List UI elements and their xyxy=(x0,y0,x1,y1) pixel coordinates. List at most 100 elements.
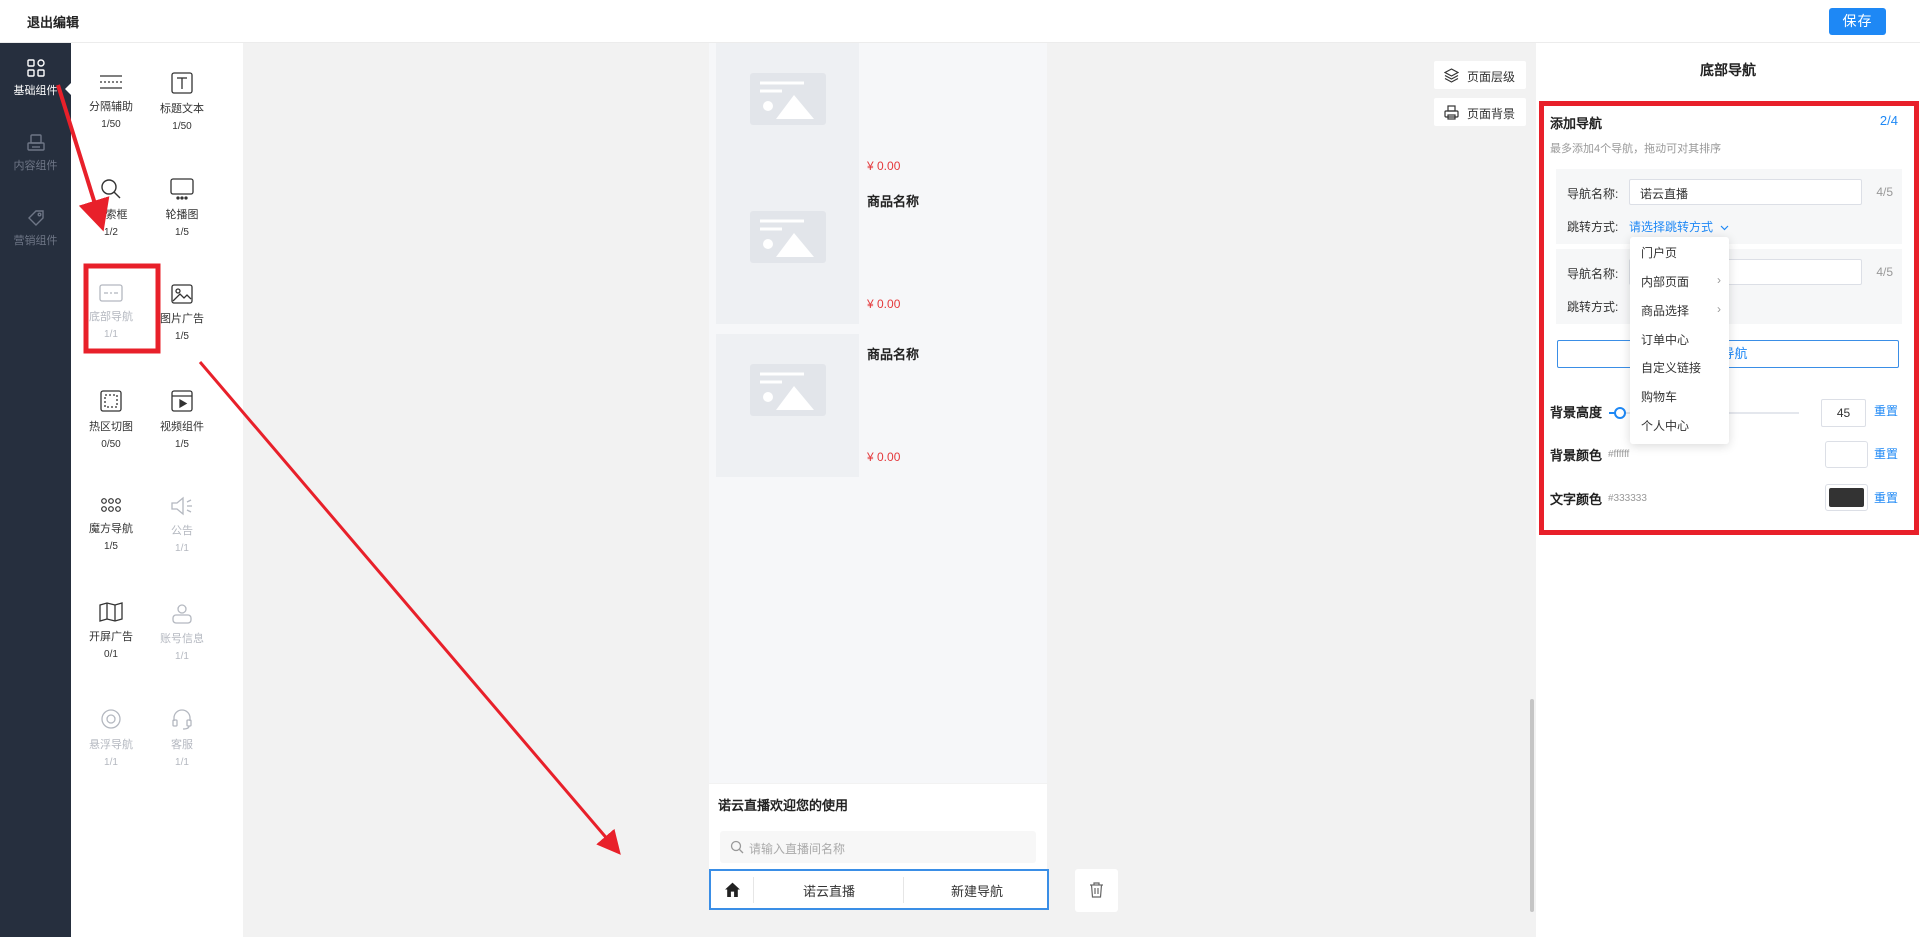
component-title-text[interactable]: 标题文本 1/50 xyxy=(147,59,217,149)
tab-divider xyxy=(753,877,754,903)
text-color-swatch xyxy=(1829,488,1864,507)
component-divider[interactable]: 分隔辅助 1/50 xyxy=(76,59,146,149)
dropdown-option[interactable]: 订单中心 xyxy=(1641,331,1721,348)
product-price: ¥ 0.00 xyxy=(867,159,901,173)
dropdown-option[interactable]: 内部页面 › xyxy=(1641,273,1721,290)
bottom-nav-tab[interactable]: 诺云直播 xyxy=(803,881,855,900)
exit-edit-button[interactable]: 退出编辑 xyxy=(27,12,79,31)
component-image-ad[interactable]: 图片广告 1/5 xyxy=(147,271,217,361)
bg-height-slider-handle[interactable] xyxy=(1614,407,1626,419)
component-splash-ad[interactable]: 开屏广告 0/1 xyxy=(76,589,146,679)
nav-jump-label: 跳转方式: xyxy=(1567,300,1619,314)
bg-height-label: 背景高度 xyxy=(1550,405,1603,420)
add-nav-hint: 最多添加4个导航，拖动可对其排序 xyxy=(1550,143,1722,155)
bottom-nav-tab[interactable]: 新建导航 xyxy=(951,881,1003,900)
search-icon xyxy=(101,179,121,199)
nav-jump-label: 跳转方式: xyxy=(1567,220,1619,234)
image-placeholder-icon xyxy=(750,211,826,263)
live-search-input[interactable]: 请输入直播间名称 xyxy=(720,831,1036,863)
image-placeholder-icon xyxy=(750,73,826,125)
product-price: ¥ 0.00 xyxy=(867,297,901,311)
rail-item-label: 营销组件 xyxy=(13,235,58,247)
bg-color-picker[interactable] xyxy=(1825,441,1868,468)
headset-icon xyxy=(172,709,192,730)
product-image-placeholder xyxy=(716,334,859,477)
page-layers-label: 页面层级 xyxy=(1467,70,1516,84)
category-rail: 基础组件 内容组件 营销组件 xyxy=(0,43,71,937)
home-icon xyxy=(725,882,740,897)
map-icon xyxy=(99,602,123,622)
page-layers-button[interactable]: 页面层级 xyxy=(1434,61,1526,89)
bg-height-input[interactable]: 45 xyxy=(1821,399,1866,427)
component-float-nav[interactable]: 悬浮导航 1/1 xyxy=(76,695,146,785)
float-nav-icon xyxy=(101,709,121,729)
dropdown-option[interactable]: 个人中心 xyxy=(1641,417,1721,434)
text-color-hex: #333333 xyxy=(1608,493,1647,504)
nav-name-count: 4/5 xyxy=(1876,185,1893,199)
component-customer-service[interactable]: 客服 1/1 xyxy=(147,695,217,785)
welcome-title-block[interactable]: 诺云直播欢迎您的使用 xyxy=(709,784,1047,824)
product-price: ¥ 0.00 xyxy=(867,450,901,464)
dropdown-option[interactable]: 购物车 xyxy=(1641,388,1721,405)
product-name: 商品名称 xyxy=(867,347,920,362)
nav-jump-select[interactable]: 请选择跳转方式 xyxy=(1629,218,1729,235)
bg-color-hex: #ffffff xyxy=(1608,449,1630,460)
settings-panel: 底部导航 添加导航 2/4 最多添加4个导航，拖动可对其排序 导航名称: 诺云直… xyxy=(1536,43,1920,937)
add-nav-title: 添加导航 xyxy=(1550,116,1603,131)
save-button[interactable]: 保存 xyxy=(1829,8,1886,35)
component-carousel[interactable]: 轮播图 1/5 xyxy=(147,165,217,255)
live-search-block[interactable]: 请输入直播间名称 xyxy=(709,824,1047,872)
chevron-right-icon: › xyxy=(1717,273,1721,287)
component-video[interactable]: 视频组件 1/5 xyxy=(147,377,217,467)
delete-component-button[interactable] xyxy=(1075,869,1118,912)
product-name: 商品名称 xyxy=(867,194,920,209)
rail-item-basic[interactable]: 基础组件 xyxy=(0,57,71,98)
image-ad-icon xyxy=(171,284,193,304)
layers-icon xyxy=(1444,68,1459,83)
product-image-placeholder xyxy=(716,181,859,324)
dropdown-option[interactable]: 商品选择 › xyxy=(1641,302,1721,319)
account-icon xyxy=(172,604,192,624)
carousel-icon xyxy=(170,178,194,200)
text-color-picker[interactable] xyxy=(1825,484,1868,511)
dropdown-option[interactable]: 自定义链接 xyxy=(1641,359,1721,376)
text-color-label: 文字颜色 xyxy=(1550,492,1603,507)
component-magic-nav[interactable]: 魔方导航 1/5 xyxy=(76,483,146,573)
component-search-box[interactable]: 搜索框 1/2 xyxy=(76,165,146,255)
product-card[interactable]: ¥ 0.00 xyxy=(709,43,1047,193)
component-account-info[interactable]: 账号信息 1/1 xyxy=(147,589,217,679)
video-icon xyxy=(171,390,193,412)
phone-preview: ¥ 0.00 商品名称 ¥ 0.00 商品名称 ¥ 0.00 xyxy=(709,43,1047,783)
content-icon xyxy=(26,134,45,151)
components-icon xyxy=(26,59,45,77)
page-background-label: 页面背景 xyxy=(1467,107,1516,121)
megaphone-icon xyxy=(171,496,192,516)
dropdown-option[interactable]: 门户页 xyxy=(1641,244,1721,261)
nav-name-input[interactable]: 诺云直播 xyxy=(1629,179,1862,205)
rail-item-marketing[interactable]: 营销组件 xyxy=(0,207,71,248)
bg-color-reset[interactable]: 重置 xyxy=(1874,445,1898,462)
canvas-scrollbar[interactable] xyxy=(1530,699,1534,912)
component-bottom-nav[interactable]: 底部导航 1/1 xyxy=(76,271,146,361)
nav-item-card[interactable]: 导航名称: 诺云直播 4/5 跳转方式: 请选择跳转方式 xyxy=(1556,169,1902,244)
product-card[interactable]: 商品名称 ¥ 0.00 xyxy=(709,334,1047,484)
text-color-reset[interactable]: 重置 xyxy=(1874,489,1898,506)
nav-name-label: 导航名称: xyxy=(1567,187,1619,201)
product-card[interactable]: 商品名称 ¥ 0.00 xyxy=(709,181,1047,331)
add-nav-count: 2/4 xyxy=(1879,113,1898,128)
chevron-down-icon xyxy=(1720,225,1729,231)
nav-jump-value: 请选择跳转方式 xyxy=(1629,220,1714,234)
bottom-nav-preview[interactable]: 诺云直播 新建导航 xyxy=(709,869,1049,910)
page-background-button[interactable]: 页面背景 xyxy=(1434,98,1526,126)
nav-name-label: 导航名称: xyxy=(1567,267,1619,281)
component-notice[interactable]: 公告 1/1 xyxy=(147,483,217,573)
component-palette: 分隔辅助 1/50 标题文本 1/50 搜索框 1/2 轮播图 1/5 底部导航 1/1 … xyxy=(71,43,243,937)
rail-item-label: 基础组件 xyxy=(13,85,58,97)
bg-height-reset[interactable]: 重置 xyxy=(1874,402,1898,419)
nav-item-card[interactable]: 导航名称: 4/5 跳转方式: xyxy=(1556,249,1902,324)
tag-icon xyxy=(27,210,44,226)
rail-item-label: 内容组件 xyxy=(13,160,58,172)
component-hotspot[interactable]: 热区切图 0/50 xyxy=(76,377,146,467)
welcome-title: 诺云直播欢迎您的使用 xyxy=(718,798,849,813)
rail-item-content[interactable]: 内容组件 xyxy=(0,132,71,173)
